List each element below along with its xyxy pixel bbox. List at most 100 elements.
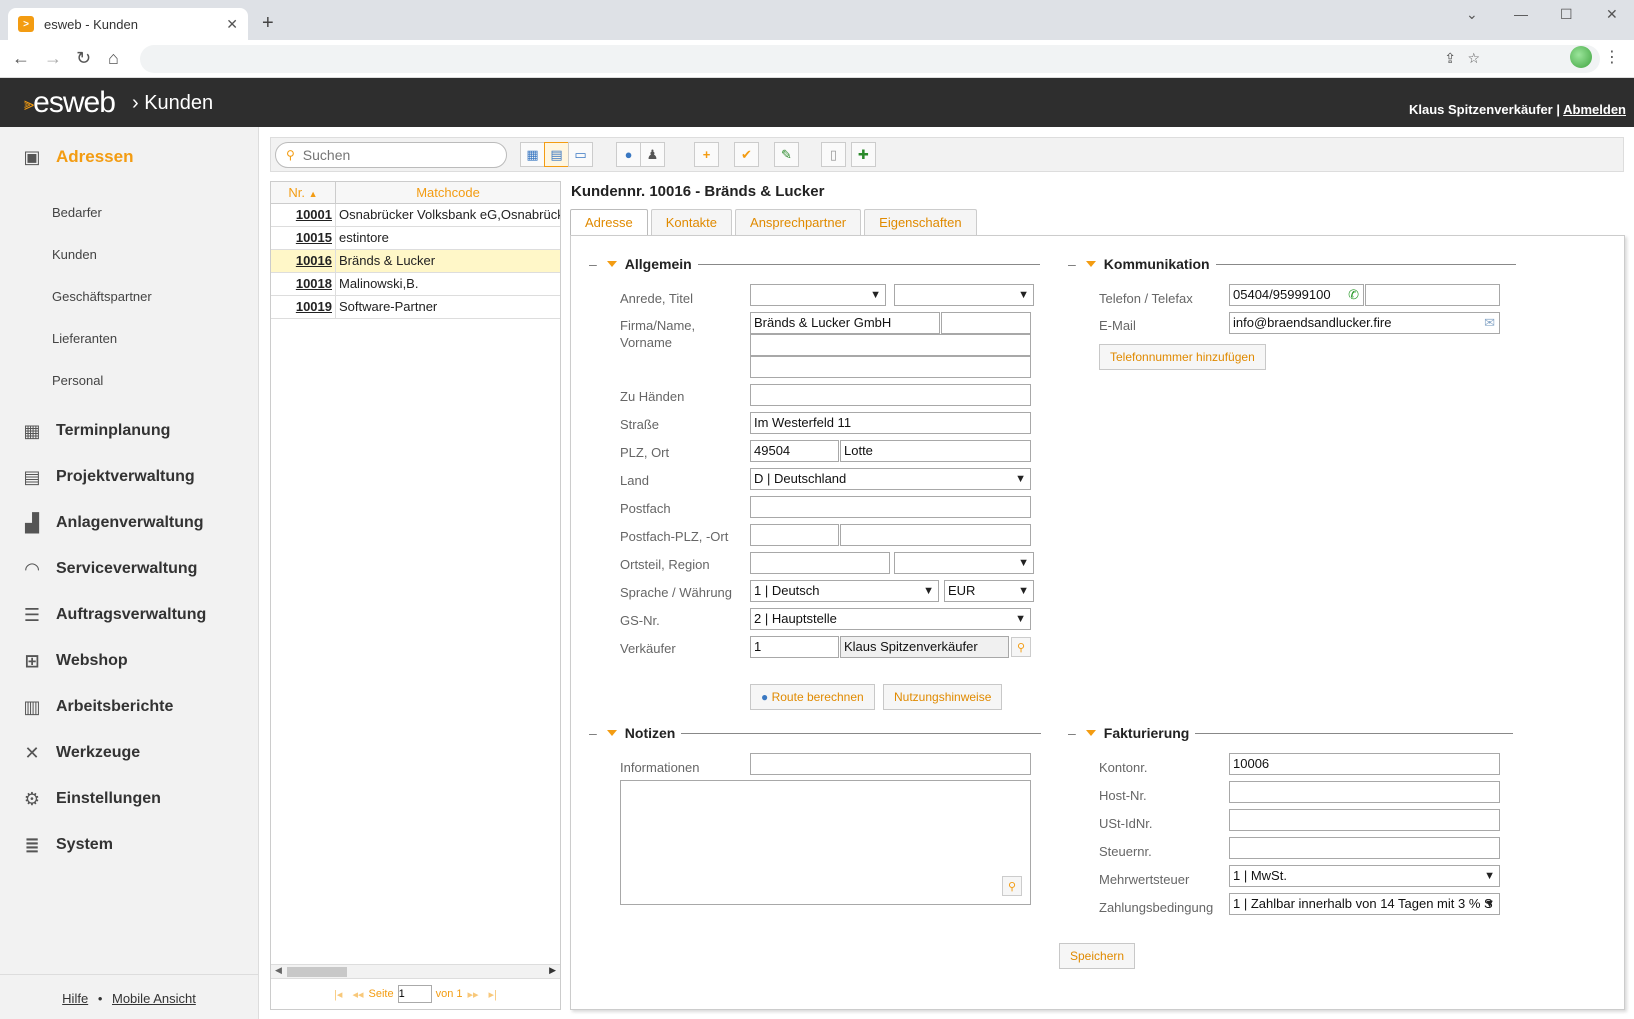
land-select[interactable]: D | Deutschland ▼ <box>750 468 1031 490</box>
page-input[interactable] <box>397 985 432 1003</box>
firma-suffix-input[interactable] <box>941 312 1031 334</box>
maximize-icon[interactable]: ☐ <box>1560 6 1573 23</box>
gs-select[interactable]: 2 | Hauptstelle ▼ <box>750 608 1031 630</box>
url-input[interactable]: ⇪ ☆ <box>140 45 1600 73</box>
save-button[interactable]: Speichern <box>1059 943 1136 969</box>
verkaeufer-nr-input[interactable]: 1 <box>750 636 839 658</box>
list-row[interactable]: 10015 estintore <box>271 227 560 250</box>
scrollbar-thumb[interactable] <box>287 967 347 977</box>
edit-list-icon[interactable]: ✎ <box>774 142 799 167</box>
sidebar-item-werkzeuge[interactable]: ✕ Werkzeuge <box>20 741 140 765</box>
browser-tab[interactable]: > esweb - Kunden ✕ <box>8 8 248 40</box>
tab-ansprechpartner[interactable]: Ansprechpartner <box>735 209 862 235</box>
sidebar-subitem-geschaeftspartner[interactable]: Geschäftspartner <box>52 289 152 304</box>
mwst-select[interactable]: 1 | MwSt. ▼ <box>1229 865 1500 887</box>
next-page-icon[interactable]: ▸▸ <box>468 988 479 1001</box>
sidebar-subitem-bedarfer[interactable]: Bedarfer <box>52 205 102 220</box>
section-allgemein[interactable]: – Allgemein <box>589 256 1040 272</box>
logout-link[interactable]: Abmelden <box>1563 102 1626 117</box>
person-icon[interactable]: ♟ <box>640 142 665 167</box>
sidebar-item-serviceverwaltung[interactable]: ◠ Serviceverwaltung <box>20 557 197 581</box>
row-nr[interactable]: 10001 <box>271 204 336 226</box>
new-tab-button[interactable]: + <box>262 12 274 35</box>
mail-icon[interactable]: ✉ <box>1484 313 1495 333</box>
postfach-input[interactable] <box>750 496 1031 518</box>
add-phone-button[interactable]: Telefonnummer hinzufügen <box>1099 344 1266 370</box>
postfachplz-input[interactable] <box>750 524 839 546</box>
tab-kontakte[interactable]: Kontakte <box>650 209 733 235</box>
anrede-select[interactable]: ▼ <box>750 284 886 306</box>
ustid-input[interactable] <box>1229 809 1500 831</box>
tab-eigenschaften[interactable]: Eigenschaften <box>864 209 977 235</box>
list-row[interactable]: 10001 Osnabrücker Volksbank eG,Osnabrück <box>271 204 560 227</box>
col-nr-header[interactable]: Nr. ▲ <box>271 182 336 203</box>
close-tab-icon[interactable]: ✕ <box>226 16 238 33</box>
hostnr-input[interactable] <box>1229 781 1500 803</box>
postfachort-input[interactable] <box>840 524 1031 546</box>
notes-textarea[interactable]: ⚲ <box>620 780 1031 905</box>
reload-icon[interactable]: ↻ <box>76 48 91 69</box>
sidebar-subitem-lieferanten[interactable]: Lieferanten <box>52 331 117 346</box>
list-row[interactable]: 10018 Malinowski,B. <box>271 273 560 296</box>
sidebar-subitem-kunden[interactable]: Kunden <box>52 247 97 262</box>
phone-call-icon[interactable]: ✆ <box>1348 285 1359 305</box>
zuhaenden-input[interactable] <box>750 384 1031 406</box>
steuernr-input[interactable] <box>1229 837 1500 859</box>
document-icon[interactable]: ▯ <box>821 142 846 167</box>
route-button[interactable]: ● Route berechnen <box>750 684 875 710</box>
name-line3-input[interactable] <box>750 356 1031 378</box>
scroll-left-icon[interactable]: ◀ <box>275 965 282 976</box>
table-view-icon[interactable]: ▦ <box>520 142 545 167</box>
name-line2-input[interactable] <box>750 334 1031 356</box>
last-page-icon[interactable]: ▸| <box>489 988 497 1001</box>
split-view-icon[interactable]: ▤ <box>544 142 569 167</box>
row-nr[interactable]: 10018 <box>271 273 336 295</box>
tab-adresse[interactable]: Adresse <box>570 209 648 236</box>
telefax-input[interactable] <box>1365 284 1500 306</box>
row-nr[interactable]: 10016 <box>271 250 336 272</box>
sidebar-item-projektverwaltung[interactable]: ▤ Projektverwaltung <box>20 465 194 489</box>
forward-icon[interactable]: → <box>44 48 62 69</box>
sidebar-item-webshop[interactable]: ⊞ Webshop <box>20 649 127 673</box>
scroll-right-icon[interactable]: ▶ <box>549 965 556 976</box>
folder-view-icon[interactable]: ▭ <box>568 142 593 167</box>
region-select[interactable]: ▼ <box>894 552 1034 574</box>
check-icon[interactable]: ✔ <box>734 142 759 167</box>
plz-input[interactable]: 49504 <box>750 440 839 462</box>
email-input[interactable]: info@braendsandlucker.fire ✉ <box>1229 312 1500 334</box>
section-fakturierung[interactable]: – Fakturierung <box>1068 725 1514 741</box>
help-link[interactable]: Hilfe <box>62 991 88 1006</box>
titel-select[interactable]: ▼ <box>894 284 1034 306</box>
search-icon[interactable]: ⚲ <box>1011 637 1031 657</box>
section-notizen[interactable]: – Notizen <box>589 725 1042 741</box>
esweb-logo[interactable]: ⫸esweb <box>24 86 116 120</box>
zahlung-select[interactable]: 1 | Zahlbar innerhalb von 14 Tagen mit 3… <box>1229 893 1500 915</box>
sidebar-item-arbeitsberichte[interactable]: ▥ Arbeitsberichte <box>20 695 173 719</box>
prev-page-icon[interactable]: ◂◂ <box>352 988 363 1001</box>
bookmark-star-icon[interactable]: ☆ <box>1467 50 1480 67</box>
sidebar-item-anlagenverwaltung[interactable]: ▟ Anlagenverwaltung <box>20 511 204 535</box>
firma-input[interactable]: Bränds & Lucker GmbH <box>750 312 940 334</box>
window-close-icon[interactable]: ✕ <box>1606 6 1618 23</box>
horizontal-scrollbar[interactable]: ◀ ▶ <box>271 964 560 978</box>
search-box[interactable]: ⚲ <box>275 142 507 168</box>
kontonr-input[interactable]: 10006 <box>1229 753 1500 775</box>
waehrung-select[interactable]: EUR ▼ <box>944 580 1034 602</box>
sidebar-item-auftragsverwaltung[interactable]: ☰ Auftragsverwaltung <box>20 603 206 627</box>
section-kommunikation[interactable]: – Kommunikation <box>1068 256 1516 272</box>
profile-avatar-icon[interactable] <box>1570 46 1592 68</box>
list-row[interactable]: 10019 Software-Partner <box>271 296 560 319</box>
sidebar-item-adressen[interactable]: ▣ Adressen <box>20 145 133 169</box>
sidebar-item-system[interactable]: ≣ System <box>20 833 112 857</box>
ortsteil-input[interactable] <box>750 552 890 574</box>
row-nr[interactable]: 10015 <box>271 227 336 249</box>
list-row-selected[interactable]: 10016 Bränds & Lucker <box>271 250 560 273</box>
col-matchcode-header[interactable]: Matchcode <box>336 182 560 203</box>
first-page-icon[interactable]: |◂ <box>334 988 342 1001</box>
nutzungshinweise-button[interactable]: Nutzungshinweise <box>883 684 1003 710</box>
browser-menu-icon[interactable]: ⋮ <box>1604 47 1620 67</box>
search-icon[interactable]: ⚲ <box>1002 876 1022 896</box>
search-input[interactable] <box>302 147 483 163</box>
strasse-input[interactable]: Im Westerfeld 11 <box>750 412 1031 434</box>
ort-input[interactable]: Lotte <box>840 440 1031 462</box>
